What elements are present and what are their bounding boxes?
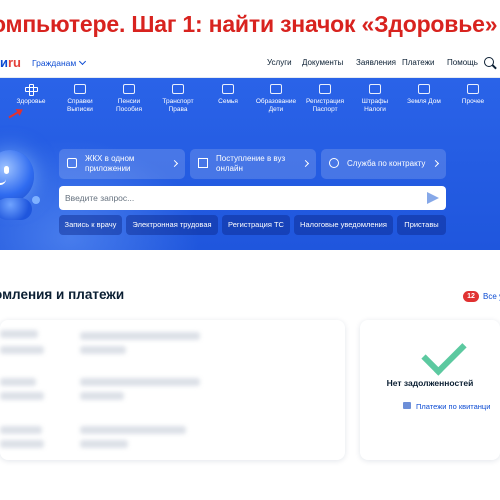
health-cross-icon: [25, 84, 38, 96]
debt-status-panel: Нет задолженностей Платежи по квитанци: [360, 320, 500, 460]
logo[interactable]: иru: [0, 55, 21, 70]
category-other[interactable]: Прочее: [450, 84, 496, 106]
category-label: Штрафы Налоги: [361, 98, 389, 113]
apartment-icon: [67, 158, 77, 168]
stroller-icon: [222, 84, 234, 94]
mascot-decoration: [32, 196, 40, 204]
quick-card-label: Поступление в вуз онлайн: [216, 154, 286, 173]
category-label: Здоровье: [16, 98, 46, 105]
chip-vehicle-registration[interactable]: Регистрация ТС: [222, 215, 290, 235]
blurred-text: [80, 392, 124, 400]
blurred-text: [0, 346, 44, 354]
category-bar: Здоровье Справки Выписки Пенсии Пособия …: [0, 78, 500, 128]
notification-count-badge: 12: [463, 291, 479, 302]
hero-banner: Здоровье Справки Выписки Пенсии Пособия …: [0, 78, 500, 250]
receipt-icon: [403, 402, 411, 409]
category-label: Регистрация Паспорт: [306, 98, 344, 113]
instruction-caption: омпьютере. Шаг 1: найти значок «Здоровье…: [0, 0, 500, 50]
category-label: Семья: [218, 98, 238, 105]
blurred-text: [80, 378, 200, 386]
citizens-menu[interactable]: Гражданам: [32, 57, 87, 68]
wallet-icon: [123, 84, 135, 94]
category-family[interactable]: Семья: [205, 84, 251, 106]
notifications-panel: [0, 320, 345, 460]
gavel-icon: [369, 84, 381, 94]
house-icon: [418, 84, 430, 94]
quick-card-university[interactable]: Поступление в вуз онлайн: [190, 149, 316, 179]
search-icon[interactable]: [484, 57, 494, 67]
chip-electronic-workbook[interactable]: Электронная трудовая: [126, 215, 218, 235]
quick-card-contract-service[interactable]: Служба по контракту: [321, 149, 446, 179]
nav-link-payments[interactable]: Платежи: [402, 58, 434, 67]
blurred-text: [0, 440, 44, 448]
category-certificates[interactable]: Справки Выписки: [57, 84, 103, 114]
grid-icon: [467, 84, 479, 94]
blurred-text: [0, 392, 44, 400]
category-label: Пенсии Пособия: [115, 98, 143, 113]
blurred-text: [80, 440, 128, 448]
nav-link-documents[interactable]: Документы: [302, 58, 343, 67]
quick-card-label: ЖКХ в одном приложении: [85, 154, 135, 173]
chip-bailiffs[interactable]: Приставы: [397, 215, 446, 235]
book-icon: [270, 84, 282, 94]
blurred-text: [0, 378, 36, 386]
passport-icon: [319, 84, 331, 94]
payments-link[interactable]: Платежи по квитанци: [416, 402, 490, 411]
category-pensions[interactable]: Пенсии Пособия: [106, 84, 152, 114]
quick-card-label: Служба по контракту: [347, 159, 426, 168]
checkmark-icon: [421, 330, 467, 376]
shield-icon: [329, 158, 339, 168]
blurred-text: [0, 426, 42, 434]
send-icon[interactable]: [427, 192, 439, 204]
mascot-body: [0, 198, 32, 220]
category-land[interactable]: Земля Дом: [401, 84, 447, 106]
category-health[interactable]: Здоровье: [8, 84, 54, 106]
chip-doctor-appointment[interactable]: Запись к врачу: [59, 215, 122, 235]
chevron-right-icon: [170, 159, 179, 168]
category-label: Справки Выписки: [67, 98, 93, 113]
chevron-right-icon: [431, 159, 440, 168]
category-transport[interactable]: Транспорт Права: [155, 84, 201, 114]
nav-link-services[interactable]: Услуги: [267, 58, 292, 67]
car-icon: [172, 84, 184, 94]
no-debt-label: Нет задолженностей: [386, 378, 474, 388]
chip-tax-notifications[interactable]: Налоговые уведомления: [294, 215, 393, 235]
chevron-down-icon: [79, 57, 87, 66]
nav-link-help[interactable]: Помощь: [447, 58, 478, 67]
chevron-right-icon: [301, 159, 310, 168]
citizens-label: Гражданам: [32, 58, 77, 68]
top-navigation: иru Гражданам Услуги Документы Заявления…: [0, 50, 500, 78]
blurred-text: [80, 346, 126, 354]
category-label: Транспорт Права: [162, 98, 194, 113]
graduation-cap-icon: [198, 158, 208, 168]
search-box: [59, 186, 446, 210]
category-fines[interactable]: Штрафы Налоги: [352, 84, 398, 114]
mascot-head: [0, 150, 34, 202]
blurred-text: [0, 330, 38, 338]
logo-suffix: ru: [8, 55, 21, 70]
document-icon: [74, 84, 86, 94]
nav-link-applications[interactable]: Заявления: [356, 58, 396, 67]
see-all-link[interactable]: Все у: [483, 292, 500, 301]
search-input[interactable]: [65, 190, 405, 206]
quick-card-housing[interactable]: ЖКХ в одном приложении: [59, 149, 185, 179]
category-label: Образование Дети: [255, 98, 297, 113]
category-label: Земля Дом: [407, 98, 441, 105]
blurred-text: [80, 426, 186, 434]
category-education[interactable]: Образование Дети: [253, 84, 299, 114]
category-label: Прочее: [461, 98, 485, 105]
blurred-text: [80, 332, 200, 340]
caption-text: омпьютере. Шаг 1: найти значок «Здоровье…: [0, 11, 500, 37]
category-registration[interactable]: Регистрация Паспорт: [302, 84, 348, 114]
section-title: омления и платежи: [0, 287, 125, 302]
